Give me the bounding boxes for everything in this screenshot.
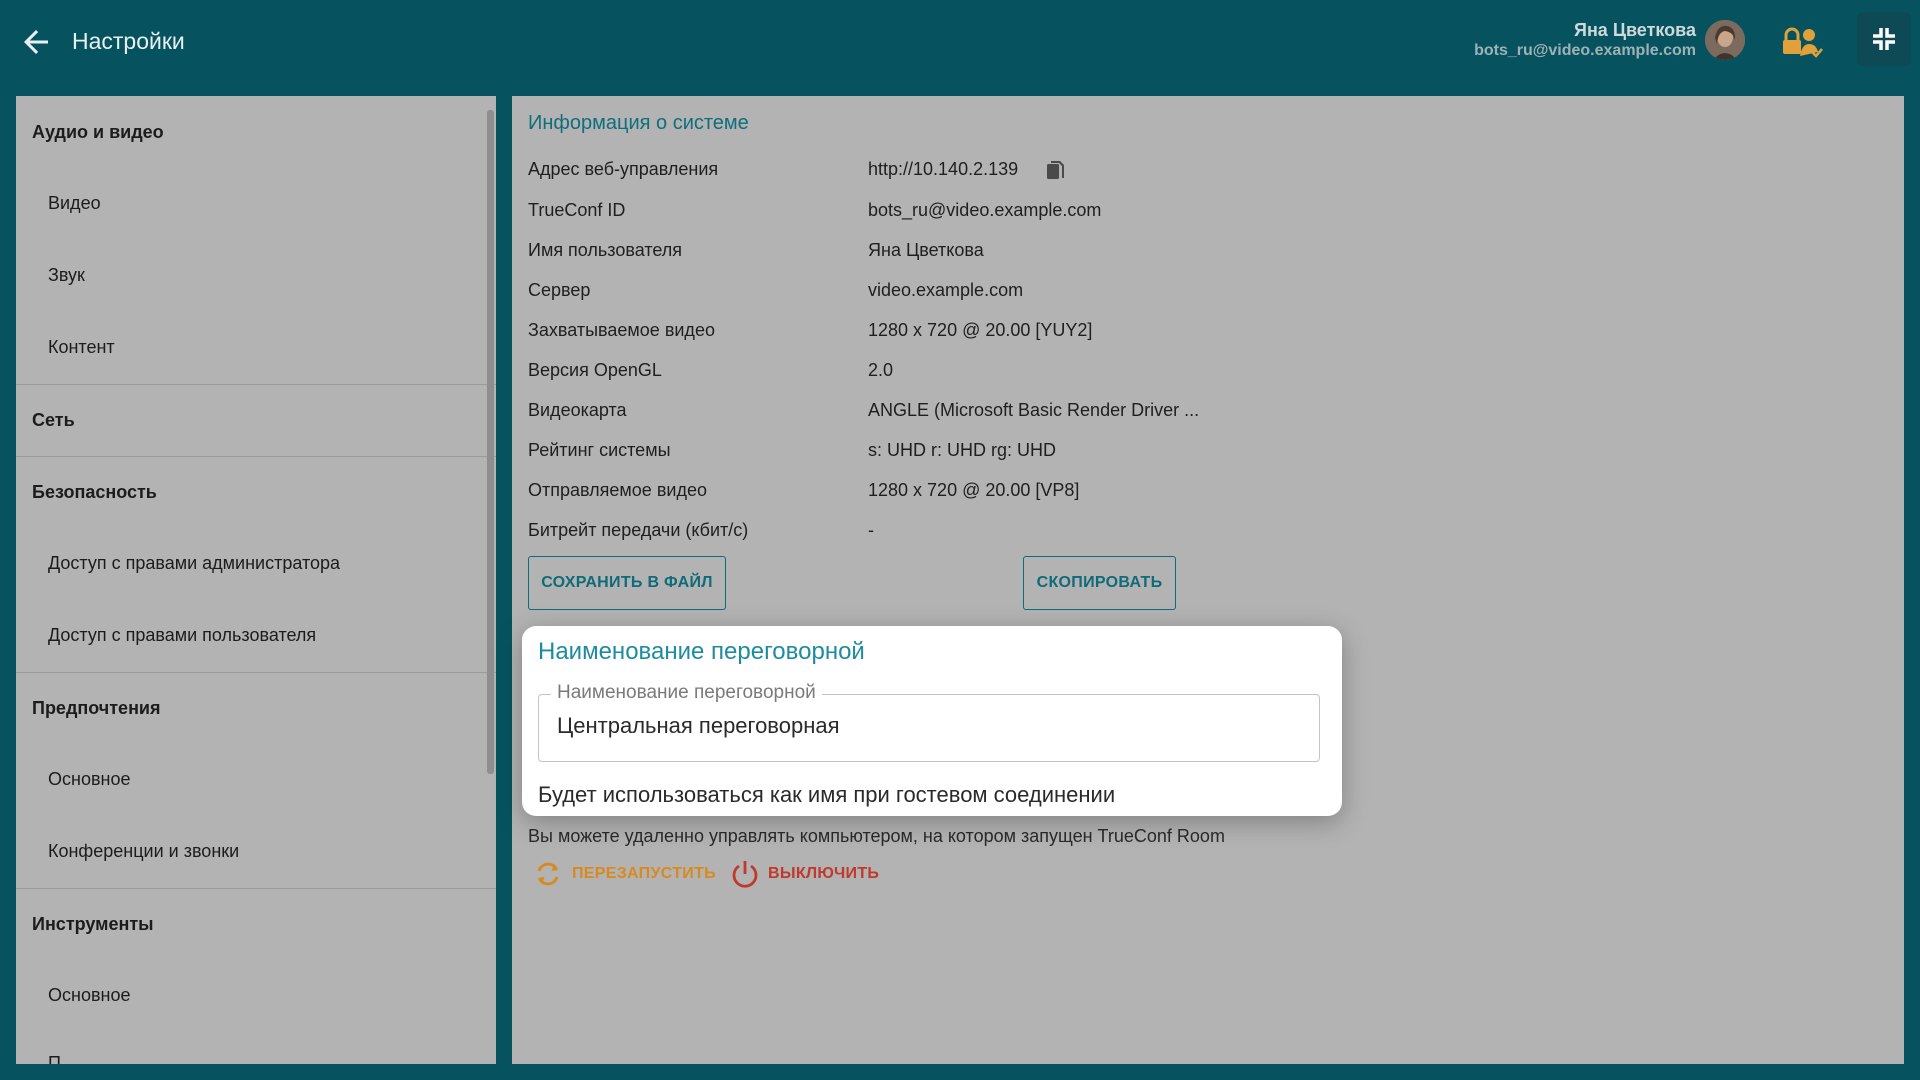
sidebar-section-security[interactable]: Безопасность (32, 482, 157, 503)
room-name-field-label: Наименование переговорной (551, 682, 822, 704)
sidebar-item-sound[interactable]: Звук (48, 265, 85, 286)
back-button[interactable] (18, 24, 54, 60)
copy-button[interactable]: СКОПИРОВАТЬ (1023, 556, 1176, 610)
avatar[interactable] (1705, 20, 1745, 60)
sidebar-section-audio-video[interactable]: Аудио и видео (32, 122, 164, 143)
lock-user-icon (1783, 27, 1823, 58)
info-value-bitrate: - (868, 520, 874, 540)
room-name-field[interactable]: Наименование переговорной (538, 682, 1320, 762)
info-value-system-rating: s: UHD r: UHD rg: UHD (868, 440, 1056, 460)
power-icon (732, 861, 758, 888)
sidebar-scrollbar[interactable] (487, 110, 494, 774)
restart-button[interactable]: ПЕРЕЗАПУСТИТЬ (532, 856, 716, 892)
info-value-graphics-card: ANGLE (Microsoft Basic Render Driver ... (868, 400, 1200, 420)
avatar-image (1705, 20, 1745, 60)
save-to-file-button[interactable]: СОХРАНИТЬ В ФАЙЛ (528, 556, 726, 610)
info-value-opengl: 2.0 (868, 360, 894, 380)
copy-icon (1047, 161, 1064, 179)
collapse-icon (1873, 28, 1895, 50)
system-info-panel: Информация о системе Адрес веб-управлени… (512, 96, 1904, 1064)
room-name-hint: Будет использоваться как имя при гостево… (538, 782, 1116, 807)
sidebar-item-admin-access[interactable]: Доступ с правами администратора (48, 553, 340, 574)
info-label-web-address: Адрес веб-управления (528, 159, 719, 179)
sidebar-item-tools-general[interactable]: Основное (48, 985, 130, 1006)
sidebar-divider (16, 384, 496, 385)
restart-label: ПЕРЕЗАПУСТИТЬ (572, 865, 716, 882)
room-name-input[interactable] (557, 713, 1297, 739)
info-value-username: Яна Цветкова (868, 240, 984, 260)
system-info-title: Информация о системе (528, 112, 749, 134)
shutdown-label: ВЫКЛЮЧИТЬ (768, 865, 880, 882)
sidebar-item-content[interactable]: Контент (48, 337, 115, 358)
copy-address-button[interactable] (1046, 160, 1066, 182)
info-label-opengl: Версия OpenGL (528, 360, 662, 380)
sidebar-section-preferences[interactable]: Предпочтения (32, 698, 161, 719)
page-title: Настройки (72, 28, 185, 54)
sidebar-section-network[interactable]: Сеть (32, 410, 75, 431)
room-name-title: Наименование переговорной (538, 638, 865, 665)
info-label-trueconf-id: TrueConf ID (528, 200, 626, 220)
sidebar-divider (16, 456, 496, 457)
sidebar-section-tools[interactable]: Инструменты (32, 914, 154, 935)
collapse-button[interactable] (1857, 12, 1911, 66)
sidebar-item-conferences-calls[interactable]: Конференции и звонки (48, 841, 239, 862)
info-value-trueconf-id: bots_ru@video.example.com (868, 200, 1102, 220)
sidebar-divider (16, 888, 496, 889)
info-label-server: Сервер (528, 280, 591, 300)
settings-sidebar: Аудио и видео Видео Звук Контент Сеть Бе… (16, 96, 496, 1064)
user-email: bots_ru@video.example.com (1474, 42, 1696, 59)
info-label-system-rating: Рейтинг системы (528, 440, 671, 460)
sidebar-item-tools-more[interactable]: П (48, 1053, 61, 1064)
sidebar-item-general[interactable]: Основное (48, 769, 130, 790)
lock-user-button[interactable] (1780, 22, 1824, 62)
info-label-graphics-card: Видеокарта (528, 400, 627, 420)
shutdown-button[interactable]: ВЫКЛЮЧИТЬ (730, 856, 879, 892)
user-name: Яна Цветкова (1574, 20, 1696, 40)
info-label-captured-video: Захватываемое видео (528, 320, 715, 340)
info-label-username: Имя пользователя (528, 240, 683, 260)
remote-control-text: Вы можете удаленно управлять компьютером… (528, 826, 1225, 846)
info-value-server: video.example.com (868, 280, 1024, 300)
arrow-left-icon (24, 30, 48, 54)
room-name-card: Наименование переговорной Наименование п… (522, 626, 1342, 816)
sidebar-divider (16, 672, 496, 673)
top-bar: Настройки Яна Цветкова bots_ru@video.exa… (0, 0, 1920, 96)
info-value-captured-video: 1280 x 720 @ 20.00 [YUY2] (868, 320, 1093, 340)
info-label-sent-video: Отправляемое видео (528, 480, 707, 500)
sidebar-item-video[interactable]: Видео (48, 193, 101, 214)
sidebar-item-user-access[interactable]: Доступ с правами пользователя (48, 625, 316, 646)
info-value-sent-video: 1280 x 720 @ 20.00 [VP8] (868, 480, 1080, 500)
info-label-bitrate: Битрейт передачи (кбит/с) (528, 520, 749, 540)
info-value-web-address: http://10.140.2.139 (868, 159, 1019, 179)
restart-icon (537, 862, 559, 886)
